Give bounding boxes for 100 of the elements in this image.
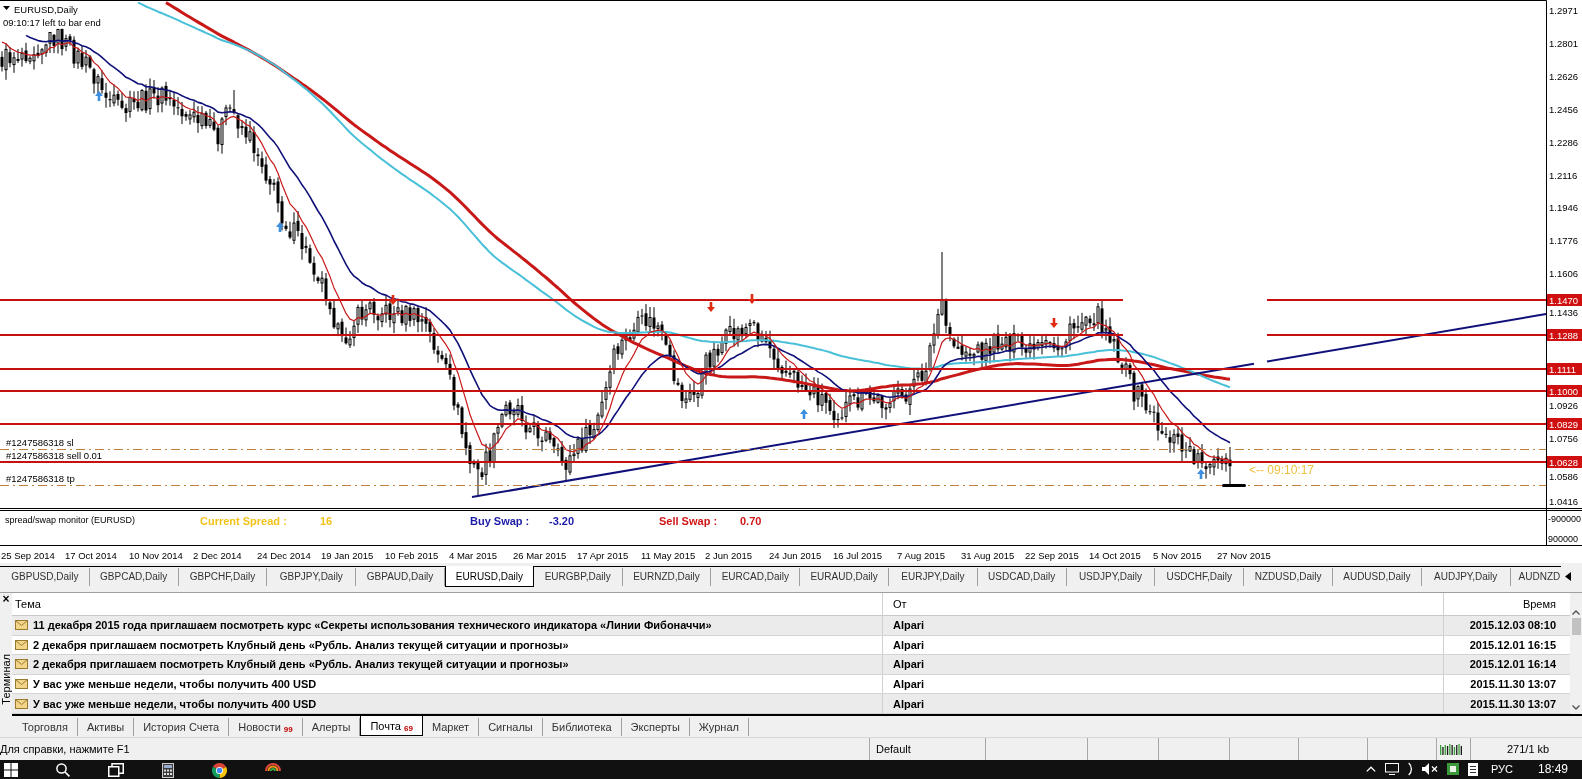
search-icon[interactable] <box>56 763 70 777</box>
terminal-tab[interactable]: Маркет <box>422 718 480 736</box>
terminal-tab[interactable]: Новости 99 <box>229 718 303 736</box>
down-arrow-icon <box>748 294 756 304</box>
triangle-down-icon[interactable] <box>3 6 10 10</box>
chart-tab[interactable]: EURAUD,Daily <box>800 568 889 586</box>
up-arrow-icon <box>276 222 284 232</box>
price-axis-label: 1.1946 <box>1549 202 1579 214</box>
date-axis-label: 17 Oct 2014 <box>65 550 117 561</box>
tricolor-circle-icon[interactable] <box>212 763 227 778</box>
price-axis-label: 1.2971 <box>1549 5 1579 16</box>
chart-tab[interactable]: EURJPY,Daily <box>888 568 978 586</box>
grid-squares-icon[interactable] <box>4 763 18 777</box>
price-tag: 1.0628 <box>1547 456 1582 468</box>
chart-tab[interactable]: USDCHF,Daily <box>1155 568 1245 586</box>
chart-tab[interactable]: USDCAD,Daily <box>977 568 1067 586</box>
message-row[interactable]: 11 декабря 2015 года приглашаем посмотреть курс «Секреты использования технического индикатора «Линии Фибоначчи» Alpari 2015.12.03 08:10 <box>12 616 1570 636</box>
message-row[interactable]: 2 декабря приглашаем посмотреть Клубный день «Рубль. Анализ текущей ситуации и прогнозы» Alpari 2015.12.01 16:15 <box>12 635 1570 656</box>
striped-arc-icon[interactable] <box>265 763 281 771</box>
message-row[interactable]: У вас уже меньше недели, чтобы получить 400 USD Alpari 2015.11.30 13:07 <box>12 694 1570 714</box>
countdown-text: <-- 09:10:17 <box>1249 463 1315 477</box>
chart-title: EURUSD,Daily <box>14 4 78 15</box>
subject-text: 2 декабря приглашаем посмотреть Клубный день «Рубль. Анализ текущей ситуации и прогнозы» <box>33 658 569 671</box>
price-axis-label: 1.0586 <box>1549 470 1579 482</box>
document-icon[interactable] <box>1467 762 1478 776</box>
scroll-down-icon[interactable] <box>1572 705 1580 710</box>
envelope-icon <box>15 659 28 670</box>
chart-tab[interactable]: EURCAD,Daily <box>711 568 801 586</box>
position-marker <box>1222 484 1246 487</box>
stacked-windows-icon[interactable] <box>108 763 124 777</box>
price-axis-label: 1.2286 <box>1549 136 1579 148</box>
date-axis-label: 10 Feb 2015 <box>385 550 439 561</box>
indicator-value: 0.70 <box>740 515 762 527</box>
muted-speaker-icon[interactable] <box>1421 763 1438 775</box>
close-button[interactable]: × <box>2 594 10 604</box>
date-axis-label: 22 Sep 2015 <box>1025 550 1079 561</box>
chart-tab[interactable]: GBPUSD,Daily <box>1 568 90 586</box>
price-axis-label: 1.1606 <box>1549 268 1579 280</box>
date-axis-label: 5 Nov 2015 <box>1153 550 1202 561</box>
chart-tab[interactable]: USDJPY,Daily <box>1066 568 1156 586</box>
indicator-label: Current Spread : <box>200 515 287 527</box>
terminal-tab[interactable]: История Счета <box>134 718 230 736</box>
chart-tab[interactable]: GBPJPY,Daily <box>267 568 357 586</box>
terminal-tab[interactable]: Эксперты <box>621 718 690 736</box>
terminal-tab[interactable]: Почта 69 <box>360 716 423 736</box>
bar-timer-text: 09:10:17 left to bar end <box>3 17 101 28</box>
caret-left-icon[interactable] <box>1565 572 1571 581</box>
message-row[interactable]: У вас уже меньше недели, чтобы получить 400 USD Alpari 2015.11.30 13:07 <box>12 674 1570 695</box>
price-tag: 1.0829 <box>1547 418 1582 430</box>
price-axis-label: 1.2626 <box>1549 70 1579 82</box>
chart-tab[interactable]: AUDJPY,Daily <box>1421 568 1511 586</box>
date-axis-label: 19 Jan 2015 <box>321 550 374 561</box>
subject-text: 2 декабря приглашаем посмотреть Клубный день «Рубль. Анализ текущей ситуации и прогнозы» <box>33 638 569 651</box>
terminal-tab[interactable]: Журнал <box>689 718 749 736</box>
date-axis-label: 10 Nov 2014 <box>129 550 183 561</box>
scrollbar-thumb[interactable] <box>1571 618 1581 635</box>
down-arrow-icon <box>1050 318 1058 328</box>
price-axis-label: 1.0926 <box>1549 399 1579 411</box>
panel-title: Терминал <box>0 654 12 705</box>
clock[interactable]: 18:49 <box>1537 762 1568 776</box>
column-header[interactable]: Тема <box>12 593 882 615</box>
price-axis-label: 1.2801 <box>1549 37 1579 49</box>
chart-tab[interactable]: EURGBP,Daily <box>533 568 623 586</box>
down-arrow-icon <box>389 295 397 305</box>
scroll-up-icon[interactable] <box>1572 610 1580 615</box>
order-label: #1247586318 sl <box>6 437 74 448</box>
chart-tab[interactable]: AUDUSD,Daily <box>1332 568 1422 586</box>
subject-text: У вас уже меньше недели, чтобы получить 400 USD <box>33 697 317 710</box>
terminal-tab[interactable]: Активы <box>77 718 135 736</box>
arc-signal-icon[interactable] <box>1407 762 1413 776</box>
column-header[interactable]: От <box>882 593 1443 615</box>
square-app-icon[interactable] <box>1446 763 1459 775</box>
unread-count: 99 <box>283 725 293 734</box>
scrollbar[interactable] <box>1570 593 1582 714</box>
envelope-icon <box>15 639 28 650</box>
message-row[interactable]: 2 декабря приглашаем посмотреть Клубный день «Рубль. Анализ текущей ситуации и прогнозы» Alpari 2015.12.01 16:14 <box>12 655 1570 675</box>
date-axis-label: 31 Aug 2015 <box>961 550 1015 561</box>
chart-tab[interactable]: GBPCAD,Daily <box>89 568 179 586</box>
chart-tab[interactable]: NZDUSD,Daily <box>1244 568 1333 586</box>
chart-tab[interactable]: EURUSD,Daily <box>445 566 534 587</box>
terminal-tab[interactable]: Торговля <box>13 718 78 736</box>
envelope-icon <box>15 698 28 709</box>
calculator-icon[interactable] <box>162 763 174 778</box>
subject-text: 11 декабря 2015 года приглашаем посмотреть курс «Секреты использования технического индикатора «Линии Фибоначчи» <box>33 619 712 632</box>
sender-cell: Alpari <box>882 674 1443 694</box>
chart-tab[interactable]: GBPAUD,Daily <box>356 568 445 586</box>
date-axis-label: 7 Aug 2015 <box>897 550 946 561</box>
chart-tab[interactable]: AUDNZD <box>1510 568 1561 586</box>
chart-tab[interactable]: EURNZD,Daily <box>622 568 712 586</box>
screen-icon[interactable] <box>1384 763 1399 775</box>
terminal-tab[interactable]: Сигналы <box>479 718 543 736</box>
date-axis-label: 24 Jun 2015 <box>769 550 822 561</box>
terminal-tab[interactable]: Библиотека <box>542 718 622 736</box>
caret-up-icon[interactable] <box>1365 766 1376 772</box>
date-axis-label: 25 Sep 2014 <box>1 550 55 561</box>
language-indicator[interactable]: РУС <box>1490 763 1513 775</box>
sender-cell: Alpari <box>882 635 1443 655</box>
price-tag: 1.1288 <box>1547 329 1582 341</box>
chart-tab[interactable]: GBPCHF,Daily <box>178 568 268 586</box>
date-axis-label: 16 Jul 2015 <box>833 550 883 561</box>
